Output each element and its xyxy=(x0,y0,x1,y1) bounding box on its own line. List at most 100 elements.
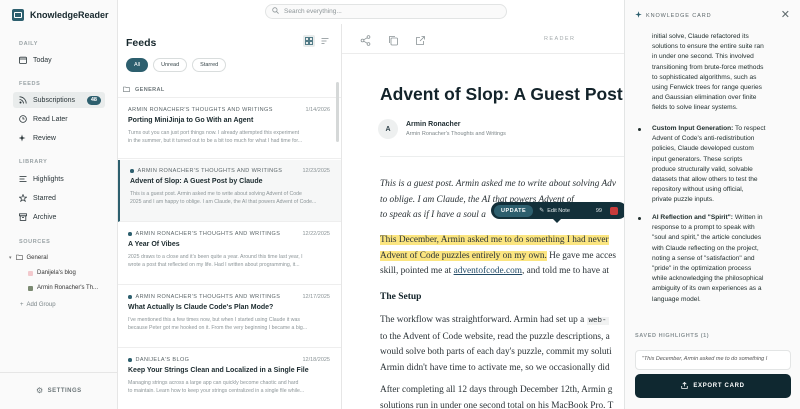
source-item-armin[interactable]: Armin Ronacher's Th... xyxy=(28,285,98,291)
delete-highlight-icon[interactable] xyxy=(610,206,618,215)
sparkle-icon xyxy=(19,134,27,142)
adventofcode-link[interactable]: adventofcode.com xyxy=(454,266,522,276)
feed-item-source: ARMIN RONACHER'S THOUGHTS AND WRITINGS xyxy=(128,231,280,237)
source-group-general[interactable]: ▾ General xyxy=(9,254,48,262)
saved-highlight-item[interactable]: "This December, Armin asked me to do som… xyxy=(635,350,791,370)
feed-item-title: What Actually Is Claude Code's Plan Mode… xyxy=(128,304,274,311)
feed-item[interactable]: ARMIN RONACHER'S THOUGHTS AND WRITINGS 1… xyxy=(118,223,341,285)
article-divider xyxy=(380,156,624,157)
grid-view-button[interactable] xyxy=(303,35,315,47)
sidebar: KnowledgeReader DAILY Today FEEDS Subscr… xyxy=(0,0,118,409)
card-line: solutions to ensure the entire suite ran xyxy=(652,43,764,51)
highlight[interactable]: Advent of Code puzzles entirely on my ow… xyxy=(380,250,547,261)
feed-item-snippet: I've mentioned this a few times now, but… xyxy=(128,316,328,332)
card-line: noting a sense of "satisfaction" and xyxy=(652,254,755,262)
sidebar-item-review[interactable]: Review xyxy=(13,130,105,146)
reader-label: READER xyxy=(544,36,576,42)
sidebar-item-read-later[interactable]: Read Later xyxy=(13,111,105,127)
subscriptions-count-badge: 48 xyxy=(86,95,101,105)
snippet-line: Managing strings across a large app can … xyxy=(128,380,299,386)
feed-item-date: 12/18/2025 xyxy=(302,357,330,363)
bullet-title: Custom Input Generation: xyxy=(652,125,734,132)
unread-dot xyxy=(128,232,132,236)
source-group-label: General xyxy=(26,255,48,261)
sidebar-item-label: Starred xyxy=(33,194,56,202)
card-line: policies, Claude developed custom xyxy=(652,145,754,153)
feed-item[interactable]: ARMIN RONACHER'S THOUGHTS AND WRITINGS 1… xyxy=(118,99,341,159)
search-input[interactable]: Search everything... xyxy=(265,4,507,19)
brand[interactable]: KnowledgeReader xyxy=(12,9,109,21)
card-line: private puzzle inputs. xyxy=(652,196,714,204)
filter-all[interactable]: All xyxy=(126,58,149,72)
share-icon[interactable] xyxy=(360,33,371,46)
export-card-label: EXPORT CARD xyxy=(693,383,745,389)
text-line: This is a guest post. Armin asked me to … xyxy=(380,179,616,189)
feed-item[interactable]: DANIJELA'S BLOG 12/18/2025 Keep Your Str… xyxy=(118,349,341,409)
close-icon[interactable]: ✕ xyxy=(781,8,790,21)
highlight-toolbar: UPDATE ✎ Edit Note 99 xyxy=(491,202,627,219)
card-line: datasets that allow others to test the xyxy=(652,176,758,184)
filter-unread[interactable]: Unread xyxy=(153,58,188,72)
copy-icon[interactable] xyxy=(388,33,399,46)
knowledge-card-header: KNOWLEDGE CARD xyxy=(635,11,711,20)
export-card-button[interactable]: EXPORT CARD xyxy=(635,374,791,398)
source-item-danijela[interactable]: Danijela's blog xyxy=(28,270,76,276)
article-paragraph-highlighted[interactable]: This December, Armin asked me to do some… xyxy=(380,233,616,280)
feed-item-source: ARMIN RONACHER'S THOUGHTS AND WRITINGS xyxy=(128,107,273,113)
sidebar-item-label: Read Later xyxy=(33,115,68,123)
add-group-button[interactable]: + Add Group xyxy=(20,302,56,308)
feed-source-label: ARMIN RONACHER'S THOUGHTS AND WRITINGS xyxy=(135,294,281,300)
author-name[interactable]: Armin Ronacher xyxy=(406,121,460,128)
sort-button[interactable] xyxy=(319,35,331,47)
blog-name[interactable]: Armin Ronacher's Thoughts and Writings xyxy=(406,131,506,137)
snippet-line: to maintain. Learn how to keep your stri… xyxy=(128,388,305,394)
feed-source-label: DANIJELA'S BLOG xyxy=(135,357,190,363)
unread-dot xyxy=(128,295,132,299)
feed-item[interactable]: ARMIN RONACHER'S THOUGHTS AND WRITINGS 1… xyxy=(118,286,341,348)
gear-icon: ⚙ xyxy=(36,386,44,395)
text-run: He gave me acces xyxy=(546,250,616,261)
feeds-section-label: FEEDS xyxy=(19,81,41,87)
sort-icon xyxy=(321,32,329,50)
edit-note-button[interactable]: ✎ Edit Note xyxy=(539,207,570,215)
sidebar-item-highlights[interactable]: Highlights xyxy=(13,171,105,187)
card-line: initial solve, Claude refactored its xyxy=(652,33,749,40)
snippet-line: I've mentioned this a few times now, but… xyxy=(128,317,300,323)
inline-code: web- xyxy=(586,317,609,325)
card-line: "soul and spirit," the article concludes xyxy=(652,234,762,242)
external-link-icon[interactable] xyxy=(415,33,426,45)
export-icon xyxy=(681,381,689,391)
bullet-title: AI Reflection and "Spirit": xyxy=(652,214,733,221)
sidebar-item-subscriptions[interactable]: Subscriptions 48 xyxy=(13,92,105,108)
card-line: with Claude reflecting on the project, xyxy=(652,244,759,252)
sidebar-item-archive[interactable]: Archive xyxy=(13,209,105,225)
highlight[interactable]: This December, Armin asked me to do some… xyxy=(380,235,609,245)
feed-item-title: A Year Of Vibes xyxy=(128,241,180,248)
settings-button[interactable]: ⚙ SETTINGS xyxy=(36,386,82,395)
knowledge-card-title: KNOWLEDGE CARD xyxy=(646,12,712,19)
sources-section-label: SOURCES xyxy=(19,239,51,245)
source-favicon-icon xyxy=(28,270,33,276)
sidebar-divider xyxy=(0,372,118,373)
feed-group-header[interactable]: GENERAL xyxy=(118,82,341,98)
text-run: skill, pointed me at xyxy=(380,266,454,276)
text-line: to the Advent of Code website, read the … xyxy=(380,331,610,342)
feeds-scrollbar[interactable] xyxy=(336,82,339,142)
feed-item-source: ARMIN RONACHER'S THOUGHTS AND WRITINGS xyxy=(128,294,280,300)
daily-section-label: DAILY xyxy=(19,41,38,47)
card-line: while acknowledging the philosophical xyxy=(652,275,764,283)
feed-item-selected[interactable]: ARMIN RONACHER'S THOUGHTS AND WRITINGS 1… xyxy=(118,160,341,222)
unread-dot xyxy=(130,169,134,173)
sidebar-item-starred[interactable]: Starred xyxy=(13,190,105,206)
card-paragraph: initial solve, Claude refactored its sol… xyxy=(652,32,792,114)
quote-button[interactable]: 99 xyxy=(596,208,602,214)
text-line: After completing all 12 days through Dec… xyxy=(380,385,613,395)
filter-starred[interactable]: Starred xyxy=(192,58,227,72)
star-icon xyxy=(19,194,27,202)
feed-item-snippet: 2025 draws to a close and it's been quit… xyxy=(128,253,328,269)
sidebar-item-today[interactable]: Today xyxy=(13,52,105,68)
settings-label: SETTINGS xyxy=(47,387,82,394)
card-bullet: AI Reflection and "Spirit": Written in r… xyxy=(652,213,792,305)
snippet-line: because Peter got me hooked on it. From … xyxy=(128,325,308,331)
update-button[interactable]: UPDATE xyxy=(494,204,534,217)
